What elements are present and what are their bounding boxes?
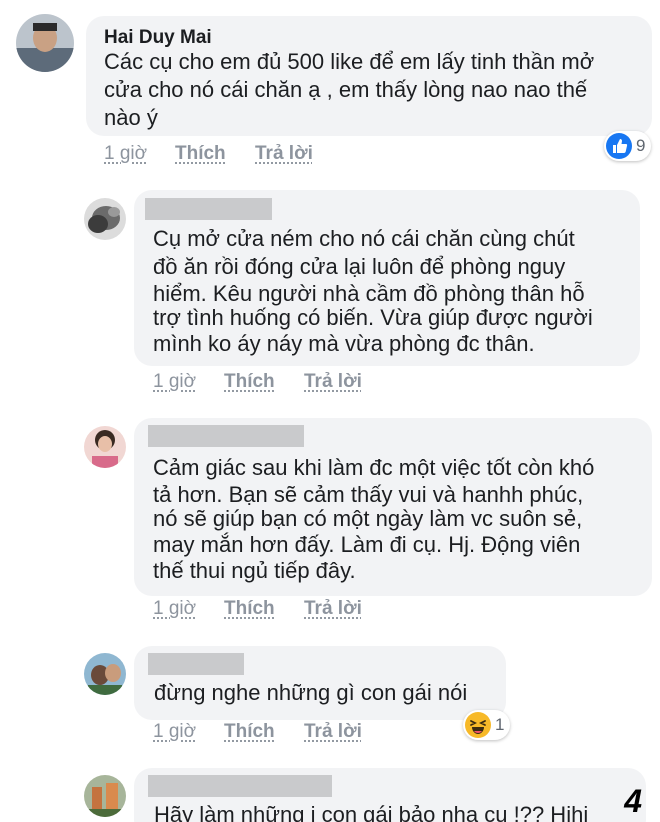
like-button[interactable]: Thích (224, 371, 275, 393)
like-icon (606, 133, 632, 159)
reaction-count: 1 (495, 715, 505, 734)
comment-line: Các cụ cho em đủ 500 like để em lấy tinh… (104, 49, 595, 74)
reaction-count: 9 (636, 136, 646, 155)
redacted-author[interactable] (148, 775, 332, 797)
like-button[interactable]: Thích (224, 721, 275, 743)
comment-time[interactable]: 1 giờ (153, 598, 196, 620)
comment-time[interactable]: 1 giờ (153, 371, 196, 393)
haha-icon (465, 712, 491, 738)
comment-line: cửa cho nó cái chăn ạ , em thấy lòng nao… (104, 77, 588, 102)
avatar[interactable] (16, 14, 74, 72)
redacted-author[interactable] (148, 653, 244, 675)
comment-line: nào ý (104, 105, 158, 130)
avatar[interactable] (84, 426, 126, 468)
comment-line: may mắn hơn đấy. Làm đi cụ. Hj. Động viê… (153, 532, 581, 557)
avatar[interactable] (84, 653, 126, 695)
comment-line: nó sẽ giúp bạn có một ngày làm vc suôn s… (153, 506, 583, 531)
comment-author[interactable]: Hai Duy Mai (104, 27, 212, 49)
comment-line: Hãy làm những i con gái bảo nha cụ !?? H… (154, 802, 589, 822)
comment-time[interactable]: 1 giờ (104, 143, 147, 165)
reply-button[interactable]: Trả lời (304, 721, 362, 743)
reply-button[interactable]: Trả lời (304, 371, 362, 393)
like-button[interactable]: Thích (224, 598, 275, 620)
comment-line: đừng nghe những gì con gái nói (154, 680, 468, 705)
reaction-badge[interactable]: 1 (463, 710, 511, 740)
redacted-author[interactable] (148, 425, 304, 447)
avatar[interactable] (84, 198, 126, 240)
comment-time[interactable]: 1 giờ (153, 721, 196, 743)
reply-button[interactable]: Trả lời (304, 598, 362, 620)
comment-line: mình ko áy náy mà vừa phòng đc thân. (153, 331, 535, 356)
comment-line: Cảm giác sau khi làm đc một việc tốt còn… (153, 455, 595, 480)
comment-line: Cụ mở cửa ném cho nó cái chăn cùng chút (153, 226, 575, 251)
reply-button[interactable]: Trả lời (255, 143, 313, 165)
comment-line: đồ ăn rồi đóng cửa lại luôn để phòng ngu… (153, 254, 566, 279)
comment-line: thế thui ngủ tiếp đây. (153, 558, 356, 583)
redacted-author[interactable] (145, 198, 272, 220)
comment-line: trợ tình huống có biến. Vừa giúp được ng… (153, 305, 593, 330)
avatar[interactable] (84, 775, 126, 817)
like-button[interactable]: Thích (175, 143, 226, 165)
page-number: 4 (624, 783, 642, 819)
reaction-badge[interactable]: 9 (604, 131, 652, 161)
